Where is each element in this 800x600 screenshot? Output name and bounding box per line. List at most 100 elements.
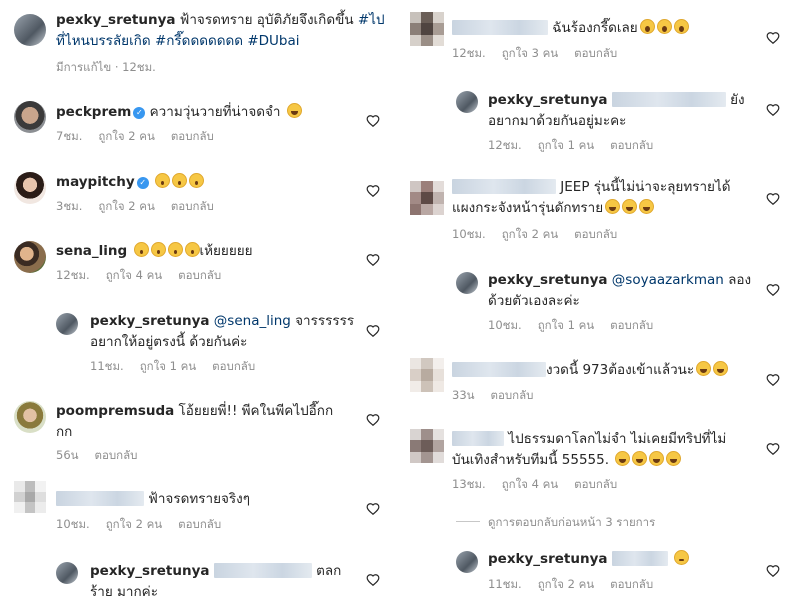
comment-username[interactable]: pexky_sretunya xyxy=(488,551,608,567)
comment-body: ยัง xyxy=(725,92,745,108)
blurred-username xyxy=(452,362,546,377)
comment-text: pexky_sretunya @soyaazarkman ลอง ด้วยตัว… xyxy=(488,270,763,312)
emoji-icon xyxy=(167,242,183,257)
avatar[interactable] xyxy=(14,172,46,204)
view-previous-replies[interactable]: ดูการตอบกลับก่อนหน้า 3 รายการ xyxy=(456,514,655,532)
comment-body: โอ้ยยยพี่!! พีคในพีคไปอี๊กก xyxy=(174,403,334,419)
heart-outline-icon[interactable] xyxy=(766,373,780,387)
comment-time: 33น xyxy=(452,388,475,402)
avatar[interactable] xyxy=(14,241,46,273)
avatar-blurred[interactable] xyxy=(410,429,444,463)
caption-text: ฟ้าจรดทราย อุบัติภัยจึงเกิดขึ้น xyxy=(179,12,354,28)
mention-link[interactable]: @soyaazarkman xyxy=(612,272,724,288)
comment-text: pexky_sretunya ยัง อยากมาด้วยกันอยู่มะคะ xyxy=(488,90,758,132)
heart-outline-icon[interactable] xyxy=(366,253,380,267)
heart-outline-icon[interactable] xyxy=(366,324,380,338)
comment-username[interactable]: pexky_sretunya xyxy=(90,563,210,579)
comment-body: บันเทิงสำหรับทีมนี้ 55555. xyxy=(452,452,609,468)
emoji-icon xyxy=(286,103,302,118)
avatar[interactable] xyxy=(14,14,46,46)
heart-outline-icon[interactable] xyxy=(366,114,380,128)
comment-meta: 12ชม. ถูกใจ 3 คน ตอบกลับ xyxy=(452,45,633,63)
comment-username[interactable]: pexky_sretunya xyxy=(90,313,210,329)
avatar[interactable] xyxy=(456,272,478,294)
comment-username[interactable]: maypitchy xyxy=(56,174,135,190)
heart-outline-icon[interactable] xyxy=(366,413,380,427)
likes-count[interactable]: ถูกใจ 1 คน xyxy=(140,359,196,373)
mention-link[interactable]: @sena_ling xyxy=(214,313,291,329)
likes-count[interactable]: ถูกใจ 1 คน xyxy=(538,138,594,152)
likes-count[interactable]: ถูกใจ 2 คน xyxy=(502,227,558,241)
heart-outline-icon[interactable] xyxy=(766,103,780,117)
reply-button[interactable]: ตอบกลับ xyxy=(574,46,617,60)
avatar[interactable] xyxy=(456,551,478,573)
avatar[interactable] xyxy=(456,91,478,113)
verified-badge-icon: ✓ xyxy=(136,177,149,189)
reply-button[interactable]: ตอบกลับ xyxy=(95,448,138,462)
heart-outline-icon[interactable] xyxy=(766,442,780,456)
comment-username[interactable]: peckprem xyxy=(56,104,131,120)
comment-time: 3ชม. xyxy=(56,199,83,213)
panel-divider xyxy=(398,0,402,600)
reply-button[interactable]: ตอบกลับ xyxy=(171,129,214,143)
reply-button[interactable]: ตอบกลับ xyxy=(610,318,653,332)
reply-button[interactable]: ตอบกลับ xyxy=(610,138,653,152)
hashtag[interactable]: #กรี๊ดดดดดดด xyxy=(155,33,243,49)
emoji-icon xyxy=(632,451,648,466)
avatar[interactable] xyxy=(14,101,46,133)
avatar[interactable] xyxy=(14,401,46,433)
hashtag[interactable]: #DUbai xyxy=(247,33,299,49)
likes-count[interactable]: ถูกใจ 4 คน xyxy=(106,268,162,282)
emoji-icon xyxy=(649,451,665,466)
comment-username[interactable]: pexky_sretunya xyxy=(488,92,608,108)
comment-body: ด้วยตัวเองละค่ะ xyxy=(488,293,580,309)
comments-panel-left: pexky_sretunya ฟ้าจรดทราย อุบัติภัยจึงเก… xyxy=(0,0,396,600)
heart-outline-icon[interactable] xyxy=(366,184,380,198)
comment-meta: 12ชม. ถูกใจ 1 คน ตอบกลับ xyxy=(488,137,669,155)
comment-text: sena_ling เห้ยยยยย xyxy=(56,241,356,262)
comment-username[interactable]: sena_ling xyxy=(56,243,127,259)
reply-button[interactable]: ตอบกลับ xyxy=(212,359,255,373)
comment-meta: 13ชม. ถูกใจ 4 คน ตอบกลับ xyxy=(452,476,633,494)
heart-outline-icon[interactable] xyxy=(766,31,780,45)
comment-text: peckprem ✓ ความวุ่นวายที่น่าจดจำ xyxy=(56,102,356,123)
likes-count[interactable]: ถูกใจ 2 คน xyxy=(98,129,154,143)
heart-outline-icon[interactable] xyxy=(766,192,780,206)
caption-username[interactable]: pexky_sretunya xyxy=(56,12,176,28)
heart-outline-icon[interactable] xyxy=(366,502,380,516)
comment-text: maypitchy ✓ xyxy=(56,172,356,193)
comment-body: ร้าย มากค่ะ xyxy=(90,584,158,600)
reply-button[interactable]: ตอบกลับ xyxy=(574,477,617,491)
heart-outline-icon[interactable] xyxy=(766,564,780,578)
comment-username[interactable]: pexky_sretunya xyxy=(488,272,608,288)
reply-button[interactable]: ตอบกลับ xyxy=(610,577,653,591)
avatar-blurred[interactable] xyxy=(410,12,444,46)
likes-count[interactable]: ถูกใจ 4 คน xyxy=(502,477,558,491)
comment-body: เห้ยยยยย xyxy=(199,243,253,259)
heart-outline-icon[interactable] xyxy=(366,573,380,587)
reply-button[interactable]: ตอบกลับ xyxy=(178,517,221,531)
emoji-icon xyxy=(622,199,638,214)
emoji-icon xyxy=(656,19,672,34)
emoji-icon xyxy=(673,19,689,34)
heart-outline-icon[interactable] xyxy=(766,283,780,297)
comment-time: 10ชม. xyxy=(56,517,90,531)
reply-button[interactable]: ตอบกลับ xyxy=(178,268,221,282)
avatar[interactable] xyxy=(56,313,78,335)
reply-button[interactable]: ตอบกลับ xyxy=(171,199,214,213)
likes-count[interactable]: ถูกใจ 3 คน xyxy=(502,46,558,60)
comment-text: pexky_sretunya xyxy=(488,549,763,570)
avatar[interactable] xyxy=(56,562,78,584)
emoji-icon xyxy=(150,242,166,257)
comment-body: JEEP รุ่นนี้ไม่น่าจะลุยทรายได้ xyxy=(556,179,731,195)
likes-count[interactable]: ถูกใจ 2 คน xyxy=(538,577,594,591)
likes-count[interactable]: ถูกใจ 2 คน xyxy=(98,199,154,213)
avatar-blurred[interactable] xyxy=(410,358,444,392)
avatar-blurred[interactable] xyxy=(14,481,46,513)
reply-button[interactable]: ตอบกลับ xyxy=(574,227,617,241)
likes-count[interactable]: ถูกใจ 2 คน xyxy=(106,517,162,531)
avatar-blurred[interactable] xyxy=(410,181,444,215)
reply-button[interactable]: ตอบกลับ xyxy=(491,388,534,402)
comment-username[interactable]: poompremsuda xyxy=(56,403,174,419)
likes-count[interactable]: ถูกใจ 1 คน xyxy=(538,318,594,332)
